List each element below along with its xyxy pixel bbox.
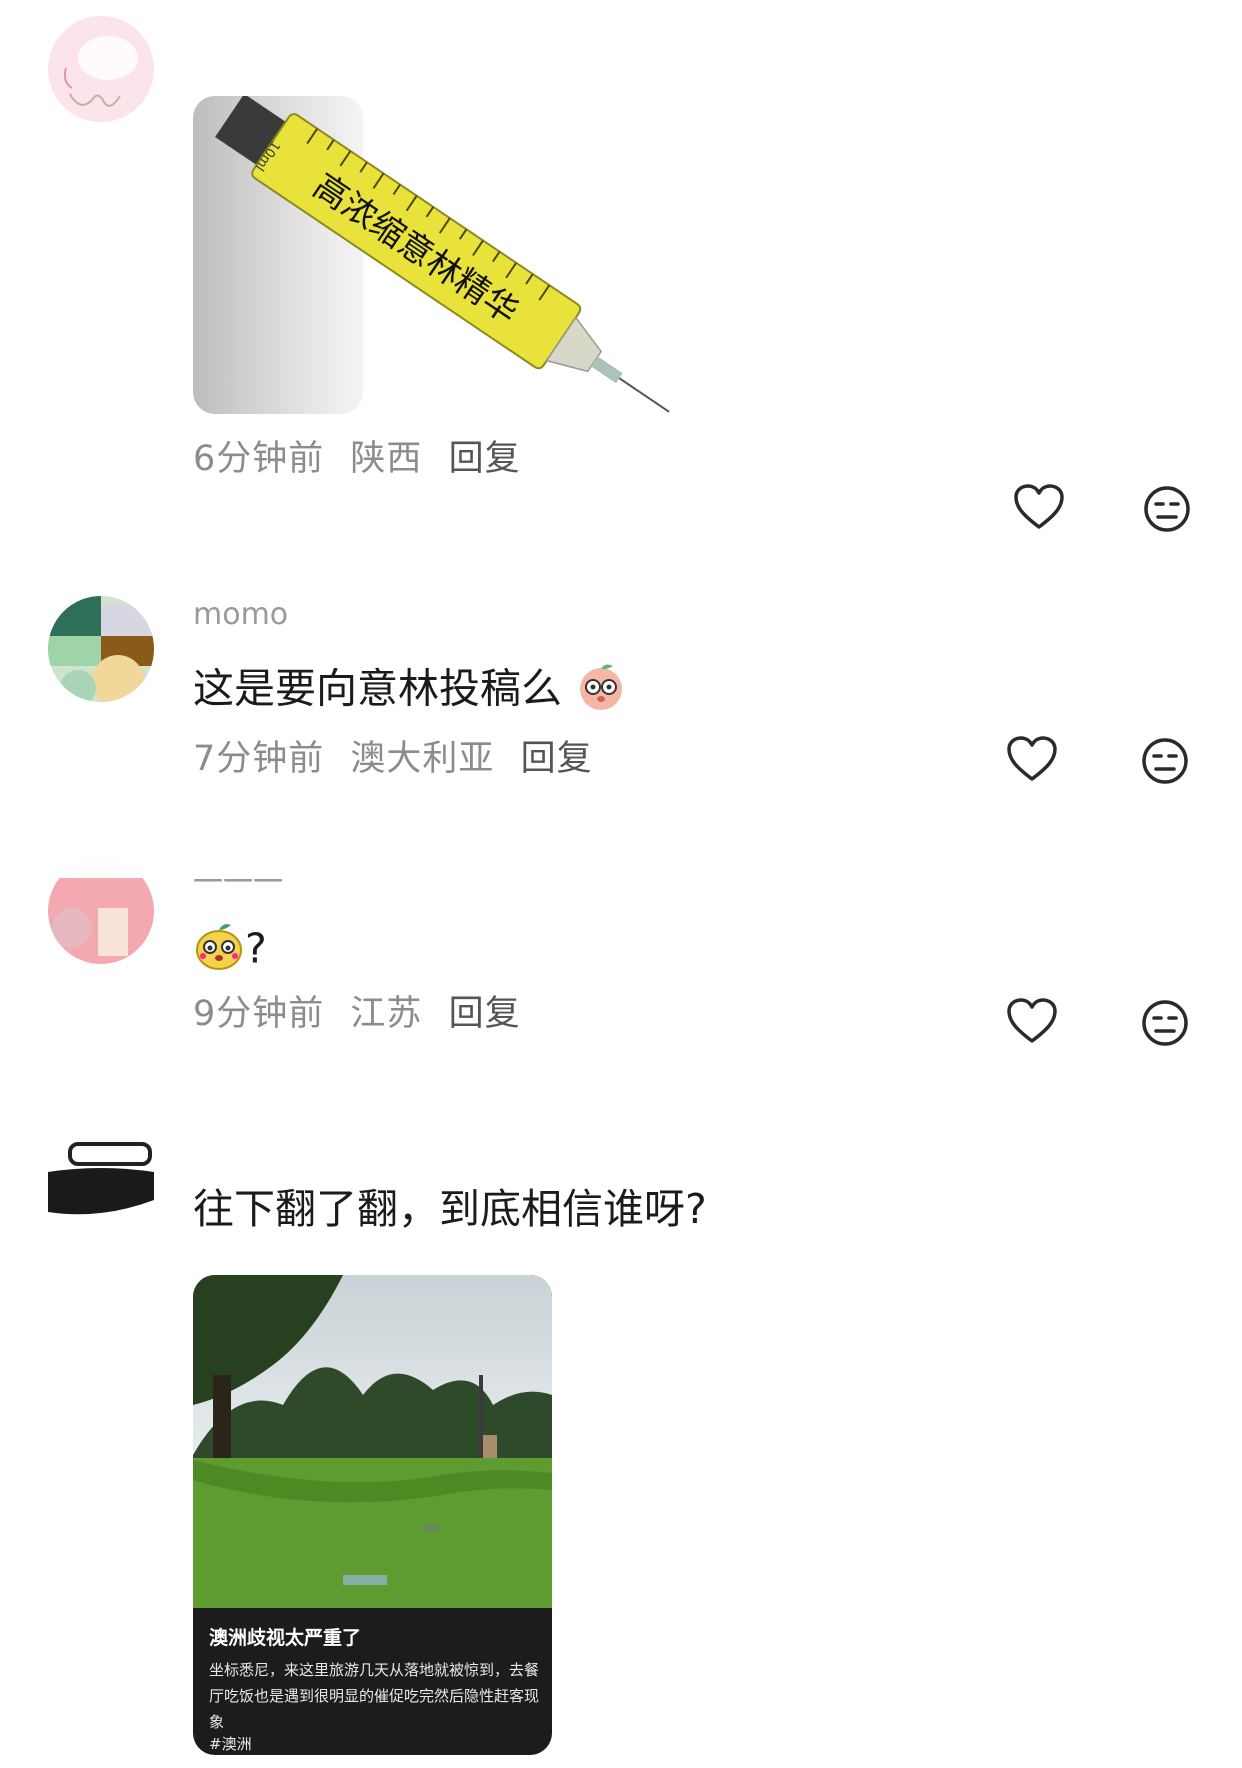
like-button[interactable] <box>1005 732 1059 786</box>
avatar[interactable] <box>48 16 154 122</box>
avatar[interactable] <box>48 1120 154 1226</box>
dislike-button[interactable] <box>1140 482 1194 536</box>
comment-location: 陕西 <box>350 439 423 479</box>
comment-time: 7分钟前 <box>193 739 325 779</box>
comment-meta: 6分钟前 陕西 回复 <box>193 430 535 481</box>
comment-time: 9分钟前 <box>193 994 325 1034</box>
peach-emoji-icon <box>575 660 627 723</box>
comment-author[interactable]: 一一一 <box>193 870 283 906</box>
meh-face-icon <box>1144 486 1190 532</box>
reply-button[interactable]: 回复 <box>449 439 521 479</box>
comment-meta: 9分钟前 江苏 回复 <box>193 985 535 1036</box>
comment-text-content: ? <box>245 924 267 973</box>
post-card-tag[interactable]: #澳洲 <box>209 1733 252 1754</box>
post-card-body: 坐标悉尼，来这里旅游几天从落地就被惊到，去餐厅吃饭也是遇到很明显的催促吃完然后隐… <box>209 1661 540 1731</box>
like-button[interactable] <box>1005 994 1059 1048</box>
comment-meta: 7分钟前 澳大利亚 回复 <box>193 730 607 781</box>
avatar-image <box>48 858 154 964</box>
reply-button[interactable]: 回复 <box>521 739 593 779</box>
comment-text-content: 这是要向意林投稿么 <box>193 664 562 713</box>
meh-face-icon <box>1142 738 1188 784</box>
meh-face-icon <box>1142 1000 1188 1046</box>
comment-location: 江苏 <box>350 994 423 1034</box>
mango-emoji-icon <box>193 920 245 983</box>
comment-text: 往下翻了翻，到底相信谁呀? <box>193 1185 707 1233</box>
comment-location: 澳大利亚 <box>350 739 495 779</box>
dislike-button[interactable] <box>1138 734 1192 788</box>
avatar-image <box>48 596 154 702</box>
post-card[interactable]: 澳洲歧视太严重了 坐标悉尼，来这里旅游几天从落地就被惊到，去餐厅吃饭也是遇到很明… <box>193 1275 552 1755</box>
avatar-image <box>48 1120 154 1226</box>
comment-author[interactable]: momo <box>193 600 288 640</box>
like-button[interactable] <box>1012 480 1066 534</box>
heart-outline-icon <box>1014 484 1064 529</box>
avatar[interactable] <box>48 596 154 702</box>
avatar-image <box>48 16 154 122</box>
avatar[interactable] <box>48 858 154 964</box>
park-photo <box>193 1275 552 1608</box>
dislike-button[interactable] <box>1138 996 1192 1050</box>
heart-outline-icon <box>1007 736 1057 781</box>
syringe-image: 10ml 高浓缩意林精华 <box>215 96 670 413</box>
comment-time: 6分钟前 <box>193 439 325 479</box>
heart-outline-icon <box>1007 998 1057 1043</box>
reply-button[interactable]: 回复 <box>449 994 521 1034</box>
comment-text: ? <box>193 920 267 983</box>
comment-text: 这是要向意林投稿么 <box>193 660 627 723</box>
post-card-title: 澳洲歧视太严重了 <box>209 1627 362 1649</box>
